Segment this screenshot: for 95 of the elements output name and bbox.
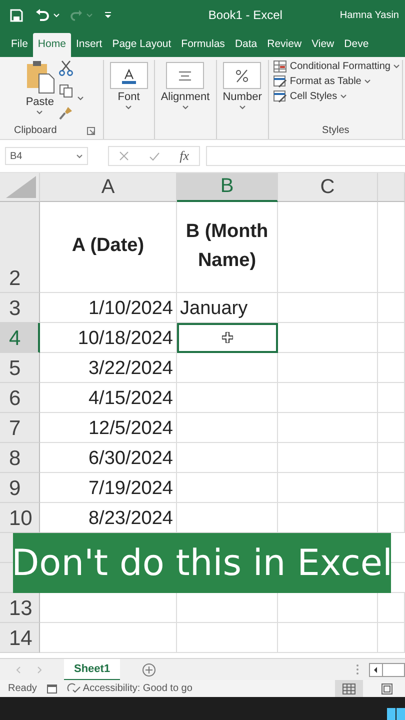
ribbon-tab[interactable]: View (306, 33, 340, 57)
row-header[interactable]: 14 (0, 623, 40, 653)
table-cell: B (Month Name) (177, 202, 278, 293)
row-header[interactable]: 9 (0, 473, 40, 503)
ribbon-button[interactable]: Alignment (160, 60, 210, 110)
horizontal-scrollbar[interactable] (383, 662, 405, 676)
ribbon-tab[interactable]: Insert (70, 33, 108, 57)
group-label: Styles (322, 125, 350, 138)
caret-icon (36, 110, 44, 115)
row-header[interactable]: 13 (0, 593, 40, 623)
table-cell: 4/15/2024 (40, 383, 177, 413)
ribbon-tab[interactable]: Data (230, 33, 262, 57)
save-icon[interactable] (10, 8, 23, 22)
copy-icon[interactable] (58, 84, 73, 98)
table-cell (378, 353, 405, 383)
name-box[interactable]: B4 (5, 147, 88, 165)
caret-icon (125, 105, 132, 110)
styles-menu-item[interactable]: Format as Table (272, 75, 372, 88)
formula-input[interactable] (206, 146, 405, 166)
status-mode: Ready (8, 683, 37, 694)
caret-icon (76, 154, 83, 158)
cancel-icon[interactable] (118, 151, 129, 161)
table-cell (378, 473, 405, 503)
table-cell: 6/30/2024 (40, 443, 177, 473)
windows-icon[interactable] (387, 708, 405, 720)
table-cell (378, 443, 405, 473)
caret-icon (53, 12, 60, 18)
font-color-icon (120, 68, 137, 84)
row-header[interactable]: 10 (0, 503, 40, 533)
table-cell (378, 413, 405, 443)
table-cell: January (177, 293, 278, 323)
ribbon-tab[interactable]: Home (32, 33, 71, 57)
undo-icon[interactable] (35, 8, 49, 22)
customize-icon[interactable] (105, 12, 111, 18)
table-cell: 1/10/2024 (40, 293, 177, 323)
row-header[interactable]: 4 (0, 323, 40, 353)
table-cell: 12/5/2024 (40, 413, 177, 443)
caret-icon (86, 12, 93, 18)
table-brush-icon (272, 90, 287, 103)
row-header[interactable]: 8 (0, 443, 40, 473)
row-header[interactable]: 5 (0, 353, 40, 383)
table-cell: 10/18/2024 (40, 323, 177, 353)
table-cell (378, 383, 405, 413)
paste-button[interactable]: Paste (24, 60, 55, 115)
caret-icon (340, 94, 348, 99)
macro-icon[interactable] (46, 684, 57, 694)
styles-menu-item[interactable]: Cell Styles (272, 90, 348, 103)
sheet-tab[interactable]: Sheet1 (64, 658, 120, 680)
row-header[interactable]: 7 (0, 413, 40, 443)
grid-icon (342, 682, 356, 694)
row-header[interactable]: 2 (0, 202, 40, 293)
table-cell: 7/19/2024 (40, 473, 177, 503)
ribbon-tab[interactable]: Review (262, 33, 307, 57)
cut-icon[interactable] (58, 60, 73, 76)
table-cell: A (Date) (40, 202, 177, 293)
caret-icon (238, 105, 246, 110)
row-header[interactable]: 6 (0, 383, 40, 413)
row-header[interactable]: 3 (0, 293, 40, 323)
table-brush-icon (272, 75, 287, 88)
column-header[interactable]: B (177, 173, 278, 202)
caret-icon (393, 64, 400, 69)
window-title: Book1 - Excel (207, 8, 282, 22)
ribbon-tab[interactable]: File (6, 33, 33, 57)
enter-icon[interactable] (148, 152, 160, 160)
align-icon (178, 70, 192, 80)
add-sheet-icon[interactable] (142, 662, 156, 676)
page-icon (381, 682, 393, 694)
table-cell (378, 623, 405, 653)
group-label: Clipboard (14, 125, 57, 138)
ribbon-tab[interactable]: Deve (339, 33, 374, 57)
ribbon-tab[interactable]: Page Layout (107, 33, 176, 57)
accessibility-status[interactable]: Accessibility: Good to go (82, 683, 192, 694)
caret-icon (76, 96, 84, 101)
column-header[interactable]: A (40, 173, 177, 202)
dialog-launcher-icon[interactable] (86, 126, 95, 134)
percent-icon (235, 68, 250, 82)
table-cell (378, 293, 405, 323)
scroll-left-icon[interactable] (369, 662, 383, 676)
caption-banner: Don't do this in Excel (13, 533, 391, 593)
column-header[interactable]: C (278, 173, 378, 202)
caret-icon (182, 105, 189, 110)
insert-function-button[interactable]: fx (180, 148, 190, 164)
splitter-icon[interactable] (356, 664, 359, 675)
table-grid-icon (272, 60, 287, 73)
normal-view-button[interactable] (335, 680, 363, 697)
table-cell (378, 323, 405, 353)
format-painter-icon[interactable] (58, 106, 73, 120)
ribbon-tab[interactable]: Formulas (176, 33, 230, 57)
accessibility-icon[interactable] (66, 683, 81, 694)
table-cell: 3/22/2024 (40, 353, 177, 383)
user-name[interactable]: Hamna Yasin (340, 10, 399, 20)
cursor-icon (222, 332, 233, 342)
caret-icon (364, 79, 372, 84)
redo-icon (70, 10, 82, 20)
styles-menu-item[interactable]: Conditional Formatting (272, 60, 400, 73)
